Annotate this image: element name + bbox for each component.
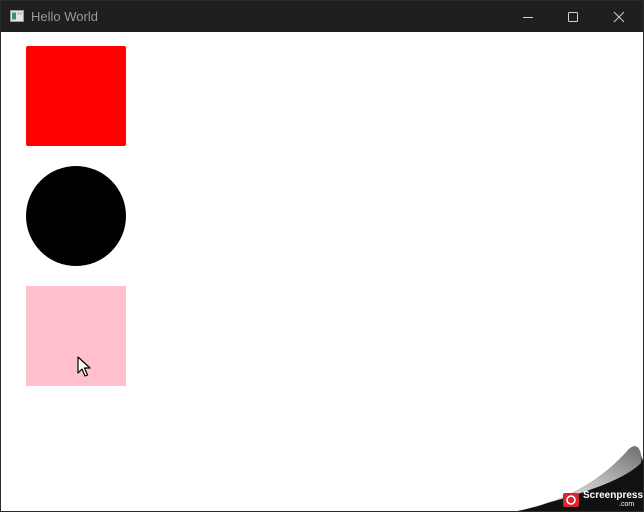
window-content xyxy=(1,32,643,511)
watermark-domain: .com xyxy=(619,501,635,508)
minimize-icon xyxy=(523,16,533,18)
close-icon xyxy=(613,11,625,22)
black-circle[interactable] xyxy=(26,166,126,266)
app-window: Hello World Screenpresso .com xyxy=(0,0,644,512)
screenpresso-logo-icon xyxy=(563,493,579,507)
watermark-brand: Screenpresso xyxy=(583,490,644,501)
window-app-icon xyxy=(10,10,24,22)
title-bar[interactable]: Hello World xyxy=(1,1,643,32)
close-button[interactable] xyxy=(596,1,642,32)
mouse-pointer-icon xyxy=(77,356,91,377)
maximize-icon xyxy=(568,11,578,22)
pink-square[interactable] xyxy=(26,286,126,386)
minimize-button[interactable] xyxy=(505,1,551,32)
maximize-button[interactable] xyxy=(550,1,596,32)
window-title: Hello World xyxy=(31,9,98,24)
red-square[interactable] xyxy=(26,46,126,146)
